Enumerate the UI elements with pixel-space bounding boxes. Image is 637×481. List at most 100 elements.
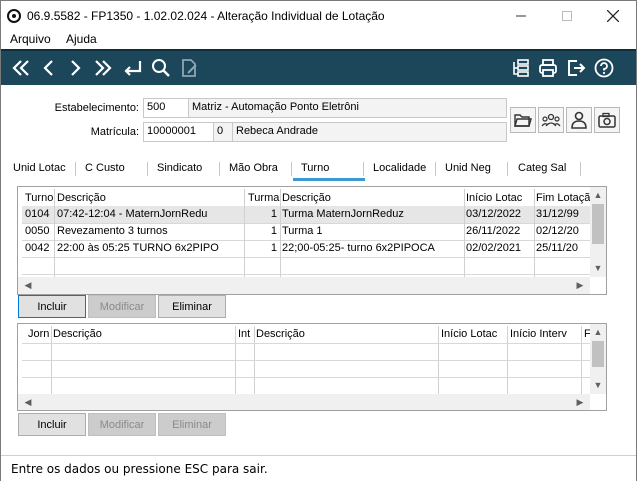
app-logo-icon [7,9,21,23]
hierarchy-icon[interactable] [509,56,533,80]
next-record-icon[interactable] [63,56,87,80]
people-group-icon [541,113,561,127]
scroll-left-arrow-icon[interactable]: ◀ [20,280,36,291]
table-cell[interactable]: 22:00 às 05:25 TURNO 6x2PIPO [55,240,244,256]
first-record-icon[interactable] [9,56,33,80]
menu-ajuda[interactable]: Ajuda [66,32,97,46]
matricula-name-field: Rebeca Andrade [232,122,507,142]
scroll-down-arrow-icon[interactable]: ▼ [590,263,606,273]
table-cell[interactable]: 0050 [23,223,55,239]
print-icon[interactable] [536,56,560,80]
minimize-icon [516,15,526,17]
scroll-down-arrow-icon[interactable]: ▼ [590,380,606,390]
tab-separator [291,162,292,176]
tab-separator [147,162,148,176]
turno-modificar-button[interactable]: Modificar [88,295,156,318]
table-cell[interactable]: Revezamento 3 turnos [55,223,244,239]
open-folder-button[interactable] [510,107,536,133]
person-icon [571,111,587,129]
scrollbar-thumb[interactable] [592,341,604,367]
table-cell[interactable]: 03/12/2022 [464,206,534,222]
turno-grid[interactable]: Turno Descrição Turma Descrição Início L… [17,186,607,295]
column-header[interactable]: Descrição [51,326,235,342]
tab-separator [580,162,581,176]
column-header[interactable]: Início Lotac [439,326,507,342]
status-message: Entre os dados ou pressione ESC para sai… [11,462,268,476]
table-cell[interactable]: 0042 [23,240,55,256]
edit-document-icon[interactable] [177,56,201,80]
group-button[interactable] [538,107,564,133]
camera-icon [598,112,616,128]
table-cell[interactable]: 1 [244,223,280,239]
maximize-icon [562,11,572,21]
column-header[interactable]: Descrição [254,326,438,342]
column-header[interactable]: Início Lotac [464,190,534,206]
minimize-button[interactable] [498,1,544,31]
table-cell[interactable]: 25/11/20 [534,240,590,256]
jornada-grid[interactable]: Jorn Descrição Int Descrição Início Lota… [17,323,607,411]
tab-categ-sal[interactable]: Categ Sal [518,162,566,182]
table-cell[interactable]: 02/02/2021 [464,240,534,256]
vertical-scrollbar[interactable]: ▲ ▼ [590,324,606,394]
close-icon [607,10,619,22]
column-header[interactable]: Fim Lotação [534,190,590,206]
estabelecimento-name-field: Matriz - Automação Ponto Eletrôni [188,98,507,118]
scroll-left-arrow-icon[interactable]: ◀ [20,397,36,408]
jornada-eliminar-button[interactable]: Eliminar [158,413,226,436]
maximize-button[interactable] [544,1,590,31]
jornada-modificar-button[interactable]: Modificar [88,413,156,436]
estabelecimento-label: Estabelecimento: [54,102,139,114]
person-button[interactable] [566,107,592,133]
status-bar: Entre os dados ou pressione ESC para sai… [1,455,636,481]
column-header[interactable]: Turma [246,190,280,206]
photo-button[interactable] [594,107,620,133]
menu-arquivo[interactable]: Arquivo [10,32,51,46]
column-header[interactable]: Descrição [55,190,240,206]
tab-unid-neg[interactable]: Unid Neg [445,162,491,182]
turno-incluir-button[interactable]: Incluir [18,295,86,318]
table-cell[interactable]: 26/11/2022 [464,223,534,239]
scrollbar-thumb[interactable] [592,204,604,244]
column-header[interactable]: Jorn [26,326,52,342]
exit-icon[interactable] [564,56,588,80]
tab-unid-lotac[interactable]: Unid Lotac [13,162,66,182]
scroll-right-arrow-icon[interactable]: ▶ [572,397,588,408]
table-cell[interactable]: 22;00-05:25- turno 6x2PIPOCA [280,240,464,256]
scroll-up-arrow-icon[interactable]: ▲ [590,327,606,337]
horizontal-scrollbar[interactable]: ◀ ▶ [18,277,590,294]
table-cell[interactable]: Turma MaternJornReduz [280,206,464,222]
row-divider [22,274,592,275]
turno-eliminar-button[interactable]: Eliminar [158,295,226,318]
jornada-incluir-button[interactable]: Incluir [18,413,86,436]
table-cell[interactable]: Turma 1 [280,223,464,239]
table-cell[interactable]: 1 [244,240,280,256]
scroll-right-arrow-icon[interactable]: ▶ [572,280,588,291]
scroll-up-arrow-icon[interactable]: ▲ [590,190,606,200]
tab-sindicato[interactable]: Sindicato [157,162,202,182]
column-header[interactable]: Turno [23,190,57,206]
tab-c-custo[interactable]: C Custo [85,162,125,182]
close-button[interactable] [590,1,636,31]
vertical-scrollbar[interactable]: ▲ ▼ [590,187,606,277]
horizontal-scrollbar[interactable]: ◀ ▶ [18,394,590,410]
row-divider [22,377,590,378]
table-cell[interactable]: 07:42-12:04 - MaternJornRedu [55,206,244,222]
table-cell[interactable]: 02/12/20 [534,223,590,239]
column-header[interactable]: Início Interv [508,326,580,342]
estabelecimento-code-field[interactable]: 500 [143,98,189,118]
table-cell[interactable]: 0104 [23,206,55,222]
window-title: 06.9.5582 - FP1350 - 1.02.02.024 - Alter… [27,9,385,23]
table-cell[interactable]: 31/12/99 [534,206,590,222]
tab-localidade[interactable]: Localidade [373,162,426,182]
column-header[interactable]: Descrição [280,190,464,206]
search-icon[interactable] [149,56,173,80]
help-icon[interactable] [592,56,616,80]
column-header[interactable]: Int [236,326,256,342]
return-icon[interactable] [120,56,144,80]
table-cell[interactable]: 1 [244,206,280,222]
matricula-code-field[interactable]: 10000001 [143,122,214,142]
last-record-icon[interactable] [91,56,115,80]
row-divider [22,343,590,344]
tab-mao-obra[interactable]: Mão Obra [229,162,278,182]
previous-record-icon[interactable] [37,56,61,80]
